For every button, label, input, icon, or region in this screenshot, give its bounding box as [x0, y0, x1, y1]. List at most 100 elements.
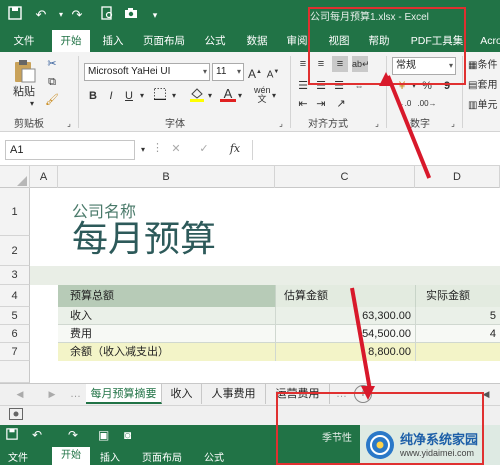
undo-icon[interactable]: ↶ — [32, 6, 50, 24]
orientation-icon[interactable]: ↗ — [334, 96, 348, 112]
clipboard-launcher-icon[interactable]: ⌟ — [64, 116, 74, 132]
header-budget-total[interactable]: 预算总额 — [66, 285, 118, 307]
tab-page-layout[interactable]: 页面布局 — [142, 449, 182, 464]
sheet-tab-summary[interactable]: 每月预算摘要 — [86, 384, 162, 404]
format-painter-icon[interactable]: 🖌 — [44, 92, 60, 108]
alignment-launcher-icon[interactable]: ⌟ — [372, 116, 382, 132]
row-header-6[interactable]: 6 — [0, 325, 30, 343]
fill-color-dropdown-icon[interactable]: ▾ — [206, 88, 214, 104]
macro-record-icon[interactable] — [8, 408, 24, 425]
tab-file[interactable]: 文件 — [8, 449, 28, 464]
number-launcher-icon[interactable]: ⌟ — [448, 116, 458, 132]
formula-input[interactable] — [252, 140, 500, 160]
tab-file[interactable]: 文件 — [4, 30, 44, 52]
row-header-8[interactable] — [0, 361, 30, 383]
customize-toolbar-icon[interactable]: ▾ — [146, 6, 164, 24]
row-header-5[interactable]: 5 — [0, 307, 30, 325]
redo-icon[interactable]: ↷ — [68, 428, 78, 442]
camera-icon[interactable]: ◙ — [124, 428, 131, 442]
income-estimate-cell[interactable]: 63,300.00 — [275, 307, 415, 325]
save-icon[interactable] — [6, 6, 24, 24]
tab-home[interactable]: 开始 — [52, 30, 90, 52]
conditional-formatting-label: 条件 — [477, 60, 498, 71]
decrease-indent-icon[interactable]: ⇤ — [296, 96, 310, 112]
cell-styles-label: 单元 — [477, 100, 498, 111]
tab-insert[interactable]: 插入 — [100, 449, 120, 464]
camera-icon[interactable] — [122, 6, 140, 24]
print-preview-icon[interactable] — [98, 6, 116, 24]
spacer-row — [30, 266, 500, 285]
borders-dropdown-icon[interactable]: ▾ — [170, 88, 178, 104]
tab-home[interactable]: 开始 — [52, 447, 90, 465]
divider — [415, 307, 416, 361]
row-header-1[interactable]: 1 — [0, 188, 30, 236]
cell-styles-button[interactable]: ▥单元 — [468, 98, 500, 114]
balance-estimate-cell[interactable]: 8,800.00 — [275, 343, 415, 361]
header-actual-amount[interactable]: 实际金额 — [422, 285, 474, 307]
phonetic-dropdown-icon[interactable]: ▾ — [270, 88, 278, 104]
bold-button[interactable]: B — [86, 88, 100, 104]
select-all-corner[interactable] — [0, 166, 30, 188]
tab-insert[interactable]: 插入 — [96, 30, 130, 52]
paste-dropdown-icon[interactable]: ▾ — [26, 96, 38, 112]
font-color-icon[interactable]: A — [220, 86, 236, 102]
save-icon[interactable] — [6, 428, 18, 443]
conditional-formatting-button[interactable]: ▦条件 — [468, 58, 500, 74]
font-size-select[interactable]: 11 ▾ — [212, 63, 244, 81]
scroll-left-icon[interactable]: ◀ — [14, 386, 26, 402]
tab-acrobat[interactable]: Acro — [476, 30, 500, 52]
phonetic-guide-icon[interactable]: wén 文 — [254, 86, 271, 104]
underline-button[interactable]: U — [122, 88, 136, 104]
print-preview-icon[interactable]: ▣ — [98, 428, 109, 442]
more-icon[interactable]: … — [70, 386, 81, 402]
row-header-2[interactable]: 2 — [0, 236, 30, 266]
increase-indent-icon[interactable]: ⇥ — [314, 96, 328, 112]
income-label-cell[interactable]: 收入 — [66, 307, 96, 325]
chevron-down-icon: ▾ — [236, 67, 241, 76]
sheet-title-cell[interactable]: 每月预算 — [68, 214, 220, 264]
row-header-4[interactable]: 4 — [0, 285, 30, 307]
increase-font-icon[interactable]: A▲ — [248, 64, 262, 82]
column-header-a[interactable]: A — [30, 166, 58, 188]
cancel-entry-icon[interactable]: ✕ — [168, 141, 184, 157]
expense-actual-cell[interactable]: 4 — [415, 325, 500, 343]
arrowhead — [379, 72, 393, 86]
font-group-label: 字体 — [165, 119, 185, 130]
name-box-dropdown-icon[interactable]: ▾ — [138, 142, 148, 158]
tab-formulas[interactable]: 公式 — [204, 449, 224, 464]
decrease-font-icon[interactable]: A▼ — [266, 64, 280, 83]
insert-function-icon[interactable]: fx — [226, 141, 244, 157]
decrease-decimal-icon[interactable]: .00→ — [416, 96, 438, 112]
expense-estimate-cell[interactable]: 54,500.00 — [275, 325, 415, 343]
scroll-right-icon[interactable]: ▶ — [46, 386, 58, 402]
sheet-tab-income[interactable]: 收入 — [162, 384, 202, 404]
italic-button[interactable]: I — [104, 88, 118, 104]
column-header-c[interactable]: C — [275, 166, 415, 188]
copy-icon[interactable]: ⧉ — [44, 74, 60, 90]
row-header-7[interactable]: 7 — [0, 343, 30, 361]
format-as-table-button[interactable]: ▤套用 — [468, 78, 500, 94]
font-color-dropdown-icon[interactable]: ▾ — [236, 88, 244, 104]
borders-icon[interactable] — [152, 88, 168, 105]
sheet-tab-personnel[interactable]: 人事费用 — [202, 384, 266, 404]
name-box[interactable]: A1 — [5, 140, 135, 160]
expense-label-cell[interactable]: 费用 — [66, 325, 96, 343]
underline-dropdown-icon[interactable]: ▾ — [138, 88, 146, 104]
redo-icon[interactable]: ↷ — [68, 6, 86, 24]
tab-formulas[interactable]: 公式 — [198, 30, 232, 52]
undo-icon[interactable]: ↶ — [32, 428, 42, 442]
header-estimated-amount[interactable]: 估算金额 — [280, 285, 332, 307]
cut-icon[interactable]: ✂ — [44, 56, 60, 72]
separator — [290, 56, 291, 128]
tab-page-layout[interactable]: 页面布局 — [138, 30, 190, 52]
font-launcher-icon[interactable]: ⌟ — [276, 116, 286, 132]
income-actual-cell[interactable]: 5 — [415, 307, 500, 325]
paste-icon[interactable] — [8, 58, 40, 84]
font-name-select[interactable]: Microsoft YaHei UI ▾ — [84, 63, 210, 81]
fill-color-icon[interactable] — [188, 86, 206, 107]
row-header-3[interactable]: 3 — [0, 266, 30, 285]
column-header-b[interactable]: B — [58, 166, 275, 188]
balance-label-cell[interactable]: 余额（收入减支出） — [66, 343, 173, 361]
confirm-entry-icon[interactable]: ✓ — [196, 141, 212, 157]
tab-data[interactable]: 数据 — [240, 30, 274, 52]
